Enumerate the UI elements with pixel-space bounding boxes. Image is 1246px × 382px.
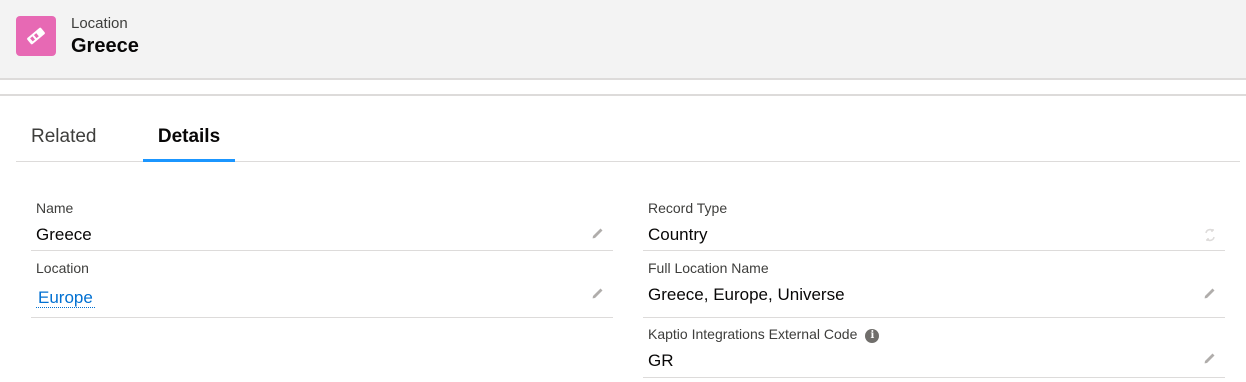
info-icon[interactable]: i xyxy=(865,329,880,343)
field-name: Name Greece xyxy=(31,196,613,251)
record-tabs: Related Details xyxy=(16,112,1240,162)
field-record-type: Record Type Country xyxy=(643,196,1225,251)
field-label-name: Name xyxy=(36,200,74,216)
field-label-external-code: Kaptio Integrations External Code i xyxy=(648,326,880,343)
field-label-full-location-name: Full Location Name xyxy=(648,260,769,276)
section-divider xyxy=(0,94,1246,96)
field-value-full-location-name: Greece, Europe, Universe xyxy=(648,285,845,304)
record-title: Greece xyxy=(71,35,139,57)
field-value-name: Greece xyxy=(36,225,92,244)
object-type-label: Location xyxy=(71,15,128,32)
pencil-icon[interactable] xyxy=(1203,286,1217,300)
pencil-icon[interactable] xyxy=(591,286,605,300)
field-full-location-name: Full Location Name Greece, Europe, Unive… xyxy=(643,251,1225,318)
field-value-record-type: Country xyxy=(648,225,708,244)
pencil-icon[interactable] xyxy=(1203,351,1217,365)
field-value-location: Europe xyxy=(36,288,95,308)
field-location: Location Europe xyxy=(31,251,613,318)
pencil-icon[interactable] xyxy=(591,226,605,240)
field-label-location: Location xyxy=(36,260,89,276)
change-record-type-icon[interactable] xyxy=(1203,228,1217,242)
location-link[interactable]: Europe xyxy=(36,288,95,308)
field-external-code: Kaptio Integrations External Code i GR xyxy=(643,318,1225,378)
field-label-record-type: Record Type xyxy=(648,200,728,216)
tab-related[interactable]: Related xyxy=(31,112,97,162)
external-code-label-text: Kaptio Integrations External Code xyxy=(648,326,858,342)
field-value-external-code: GR xyxy=(648,351,674,370)
location-icon xyxy=(16,16,56,56)
record-header: Location Greece xyxy=(0,0,1246,80)
tab-details[interactable]: Details xyxy=(143,112,235,162)
